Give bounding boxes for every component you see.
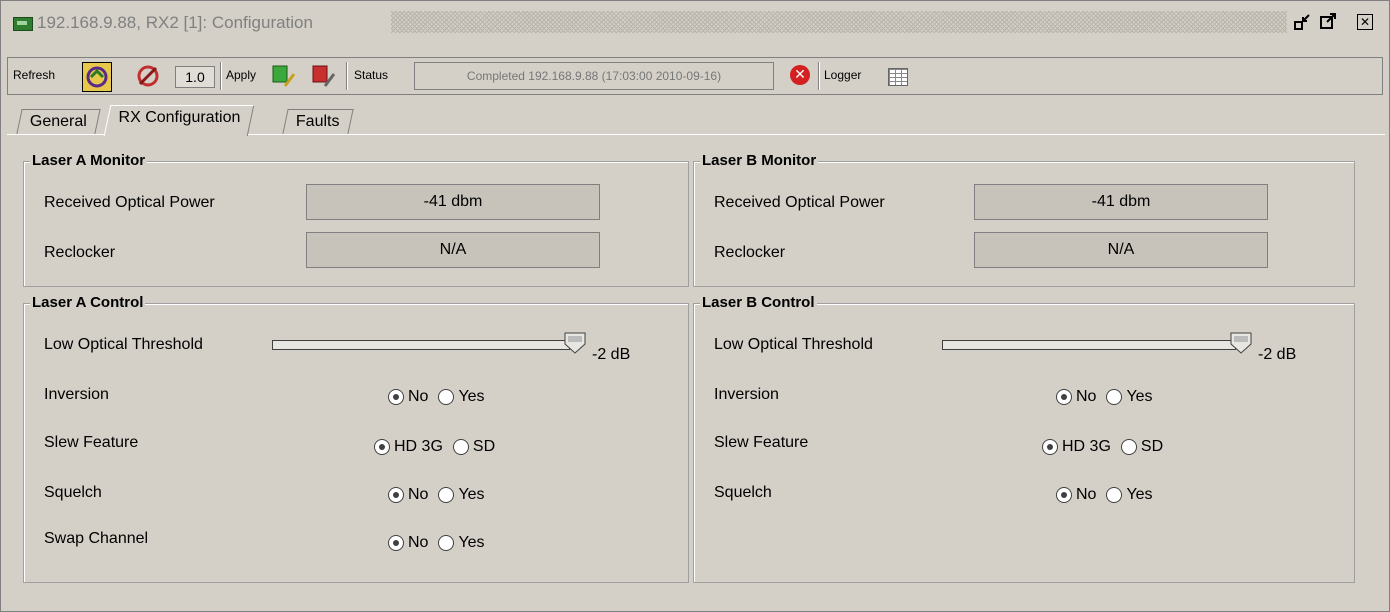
refresh-interval-field[interactable]: 1.0 — [175, 66, 215, 88]
laser-a-monitor-group: Laser A Monitor Received Optical Power -… — [23, 152, 689, 287]
tab-general[interactable]: General — [16, 109, 101, 134]
refresh-stop-button[interactable] — [134, 62, 162, 90]
power-label: Received Optical Power — [44, 194, 215, 211]
inversion-no-radio[interactable] — [1056, 389, 1072, 405]
apply-green-button[interactable] — [270, 62, 298, 90]
title-bar[interactable]: 192.168.9.88, RX2 [1]: Configuration ✕ — [7, 7, 1385, 37]
slew-sd-radio[interactable] — [1120, 439, 1137, 455]
close-icon[interactable]: ✕ — [1357, 14, 1373, 30]
inversion-label: Inversion — [44, 386, 109, 403]
squelch-yes-radio[interactable] — [1106, 487, 1123, 503]
inversion-yes-radio[interactable] — [438, 389, 455, 405]
reclocker-value: N/A — [306, 232, 600, 268]
squelch-yes-radio[interactable] — [438, 487, 455, 503]
slider-thumb-icon[interactable] — [564, 332, 586, 354]
config-window: 192.168.9.88, RX2 [1]: Configuration ✕ R… — [0, 0, 1390, 612]
minimize-icon[interactable] — [1293, 13, 1311, 31]
group-title: Laser A Control — [30, 294, 146, 311]
slew-label: Slew Feature — [44, 434, 139, 451]
logger-label: Logger — [824, 68, 862, 82]
maximize-icon[interactable] — [1319, 13, 1337, 31]
power-label: Received Optical Power — [714, 194, 885, 211]
slew-label: Slew Feature — [714, 434, 809, 451]
slew-radio-group: HD 3G SD — [374, 438, 501, 456]
squelch-label: Squelch — [714, 484, 772, 501]
group-title: Laser A Monitor — [30, 152, 148, 169]
inversion-label: Inversion — [714, 386, 779, 403]
status-label: Status — [354, 68, 389, 82]
swap-yes-radio[interactable] — [438, 535, 455, 551]
inversion-yes-radio[interactable] — [1106, 389, 1123, 405]
squelch-no-radio[interactable] — [1056, 487, 1072, 503]
tab-faults[interactable]: Faults — [282, 109, 354, 134]
refresh-label: Refresh — [13, 68, 56, 82]
swap-label: Swap Channel — [44, 530, 149, 547]
squelch-no-radio[interactable] — [388, 487, 404, 503]
title-drag-area[interactable] — [391, 11, 1287, 33]
slew-sd-radio[interactable] — [452, 439, 469, 455]
reclocker-label: Reclocker — [44, 244, 116, 261]
group-title: Laser B Control — [700, 294, 817, 311]
power-value: -41 dbm — [306, 184, 600, 220]
toolbar: Refresh 1.0 Apply Status Completed 192.1… — [7, 57, 1383, 95]
tab-rx-configuration[interactable]: RX Configuration — [103, 105, 255, 136]
squelch-radio-group: No Yes — [388, 486, 491, 504]
reclocker-value: N/A — [974, 232, 1268, 268]
logger-table-icon[interactable] — [888, 68, 908, 86]
inversion-radio-group: No Yes — [1056, 388, 1159, 406]
apply-label: Apply — [226, 68, 257, 82]
power-value: -41 dbm — [974, 184, 1268, 220]
laser-b-control-group: Laser B Control Low Optical Threshold -2… — [693, 294, 1355, 583]
threshold-slider[interactable] — [942, 340, 1236, 350]
laser-a-control-group: Laser A Control Low Optical Threshold -2… — [23, 294, 689, 583]
apply-red-button[interactable] — [310, 62, 338, 90]
threshold-label: Low Optical Threshold — [714, 336, 873, 353]
tab-bar: General RX Configuration Faults — [7, 105, 1385, 136]
swap-no-radio[interactable] — [388, 535, 404, 551]
squelch-label: Squelch — [44, 484, 102, 501]
device-icon — [13, 17, 33, 31]
threshold-slider[interactable] — [272, 340, 570, 350]
inversion-no-radio[interactable] — [388, 389, 404, 405]
group-title: Laser B Monitor — [700, 152, 819, 169]
threshold-value: -2 dB — [592, 346, 631, 363]
slider-thumb-icon[interactable] — [1230, 332, 1252, 354]
status-field: Completed 192.168.9.88 (17:03:00 2010-09… — [414, 62, 774, 90]
laser-b-monitor-group: Laser B Monitor Received Optical Power -… — [693, 152, 1355, 287]
slew-hd3g-radio[interactable] — [374, 439, 390, 455]
swap-radio-group: No Yes — [388, 534, 491, 552]
error-icon[interactable]: ✕ — [790, 65, 810, 85]
inversion-radio-group: No Yes — [388, 388, 491, 406]
reclocker-label: Reclocker — [714, 244, 786, 261]
threshold-value: -2 dB — [1258, 346, 1297, 363]
slew-hd3g-radio[interactable] — [1042, 439, 1058, 455]
threshold-label: Low Optical Threshold — [44, 336, 203, 353]
slew-radio-group: HD 3G SD — [1042, 438, 1169, 456]
window-title: 192.168.9.88, RX2 [1]: Configuration — [37, 13, 313, 32]
squelch-radio-group: No Yes — [1056, 486, 1159, 504]
auto-refresh-button[interactable] — [82, 62, 112, 92]
